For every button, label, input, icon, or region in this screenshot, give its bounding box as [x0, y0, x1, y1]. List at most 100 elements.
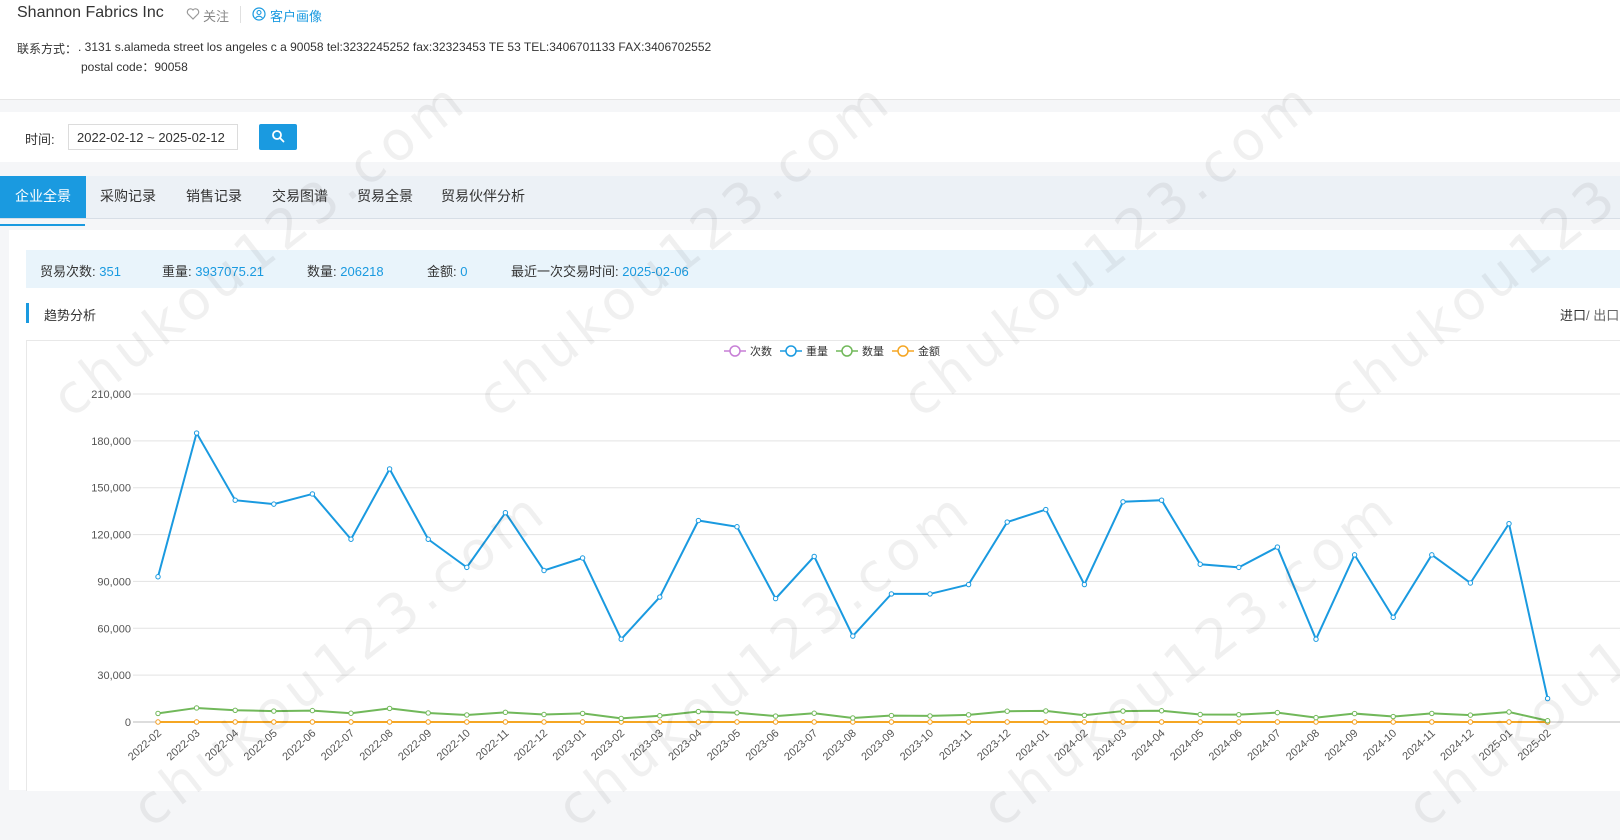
data-point — [851, 716, 855, 720]
data-point — [812, 720, 816, 724]
tab-trade-overview[interactable]: 贸易全景 — [342, 176, 428, 218]
time-label: 时间: — [25, 129, 55, 148]
tab-partner-analysis[interactable]: 贸易伙伴分析 — [426, 176, 540, 218]
data-point — [812, 554, 816, 558]
data-point — [1159, 720, 1163, 724]
tab-trade-graph[interactable]: 交易图谱 — [257, 176, 343, 218]
trend-chart: 030,00060,00090,000120,000150,000180,000… — [27, 341, 1620, 791]
data-point — [928, 720, 932, 724]
data-point — [310, 708, 314, 712]
data-point — [966, 713, 970, 717]
data-point — [1082, 713, 1086, 717]
y-tick-label: 180,000 — [91, 436, 131, 448]
data-point — [1275, 545, 1279, 549]
data-point — [542, 720, 546, 724]
data-point — [272, 502, 276, 506]
legend-marker — [730, 346, 740, 356]
export-toggle[interactable]: / 出口 — [1586, 308, 1619, 323]
data-point — [1198, 562, 1202, 566]
stat-weight-label: 重量: — [162, 264, 192, 279]
data-point — [1044, 720, 1048, 724]
data-point — [1391, 615, 1395, 619]
user-portrait-icon — [252, 7, 266, 24]
x-tick-label: 2024-04 — [1130, 727, 1168, 763]
legend-marker — [842, 346, 852, 356]
data-point — [619, 716, 623, 720]
data-point — [1391, 720, 1395, 724]
series-line-重量 — [158, 433, 1548, 699]
contact-address: . 3131 s.alameda street los angeles c a … — [78, 40, 711, 54]
x-tick-label: 2022-06 — [280, 727, 318, 763]
data-point — [156, 711, 160, 715]
data-point — [1314, 715, 1318, 719]
data-point — [387, 720, 391, 724]
data-point — [1237, 565, 1241, 569]
data-point — [387, 467, 391, 471]
data-point — [928, 714, 932, 718]
data-point — [503, 720, 507, 724]
x-tick-label: 2022-08 — [358, 727, 396, 763]
data-point — [233, 498, 237, 502]
x-tick-label: 2023-03 — [628, 727, 666, 763]
stat-weight: 重量: 3937075.21 — [162, 261, 264, 280]
search-icon — [271, 129, 285, 146]
data-point — [503, 710, 507, 714]
x-tick-label: 2022-04 — [203, 727, 241, 763]
tab-sales-records[interactable]: 销售记录 — [171, 176, 257, 218]
x-tick-label: 2023-06 — [744, 727, 782, 763]
legend-label: 数量 — [862, 345, 884, 358]
import-toggle[interactable]: 进口 — [1560, 308, 1586, 323]
data-point — [696, 518, 700, 522]
data-point — [1121, 709, 1125, 713]
data-point — [387, 706, 391, 710]
data-point — [1159, 498, 1163, 502]
data-point — [1430, 553, 1434, 557]
y-tick-label: 90,000 — [97, 576, 131, 588]
x-tick-label: 2023-07 — [782, 727, 820, 763]
data-point — [658, 595, 662, 599]
x-tick-label: 2023-12 — [975, 727, 1013, 763]
search-button[interactable] — [259, 124, 297, 150]
x-tick-label: 2025-02 — [1516, 727, 1554, 763]
follow-button[interactable]: 关注 — [186, 6, 229, 25]
data-point — [1121, 500, 1125, 504]
data-point — [233, 708, 237, 712]
data-point — [580, 711, 584, 715]
x-tick-label: 2024-07 — [1245, 727, 1283, 763]
y-tick-label: 0 — [125, 717, 131, 729]
data-point — [426, 711, 430, 715]
stat-last-trade-label: 最近一次交易时间: — [511, 264, 619, 279]
data-point — [1314, 720, 1318, 724]
data-point — [1430, 720, 1434, 724]
stat-trade-count-value: 351 — [99, 264, 121, 279]
stat-last-trade-value: 2025-02-06 — [622, 264, 689, 279]
data-point — [1237, 720, 1241, 724]
tab-bar: 企业全景 采购记录 销售记录 交易图谱 贸易全景 贸易伙伴分析 — [0, 176, 1620, 219]
data-point — [503, 511, 507, 515]
section-accent-bar — [26, 303, 29, 323]
data-point — [1121, 720, 1125, 724]
x-tick-label: 2023-05 — [705, 727, 743, 763]
tab-enterprise-overview[interactable]: 企业全景 — [0, 176, 86, 218]
data-point — [233, 720, 237, 724]
date-range-input[interactable] — [68, 124, 238, 150]
data-point — [1005, 709, 1009, 713]
contact-postal-code: postal code：90058 — [81, 58, 188, 75]
customer-portrait-link[interactable]: 客户画像 — [252, 6, 322, 25]
data-point — [349, 720, 353, 724]
x-tick-label: 2022-07 — [319, 727, 357, 763]
data-point — [1198, 712, 1202, 716]
data-point — [1314, 637, 1318, 641]
y-tick-label: 120,000 — [91, 530, 131, 542]
data-point — [465, 720, 469, 724]
data-point — [1468, 581, 1472, 585]
data-point — [696, 720, 700, 724]
company-name: Shannon Fabrics Inc — [17, 4, 164, 22]
data-point — [928, 592, 932, 596]
legend-marker — [786, 346, 796, 356]
data-point — [735, 711, 739, 715]
stat-quantity: 数量: 206218 — [307, 261, 384, 280]
tab-purchase-records[interactable]: 采购记录 — [85, 176, 171, 218]
data-point — [1468, 720, 1472, 724]
stat-amount: 金额: 0 — [427, 261, 467, 280]
